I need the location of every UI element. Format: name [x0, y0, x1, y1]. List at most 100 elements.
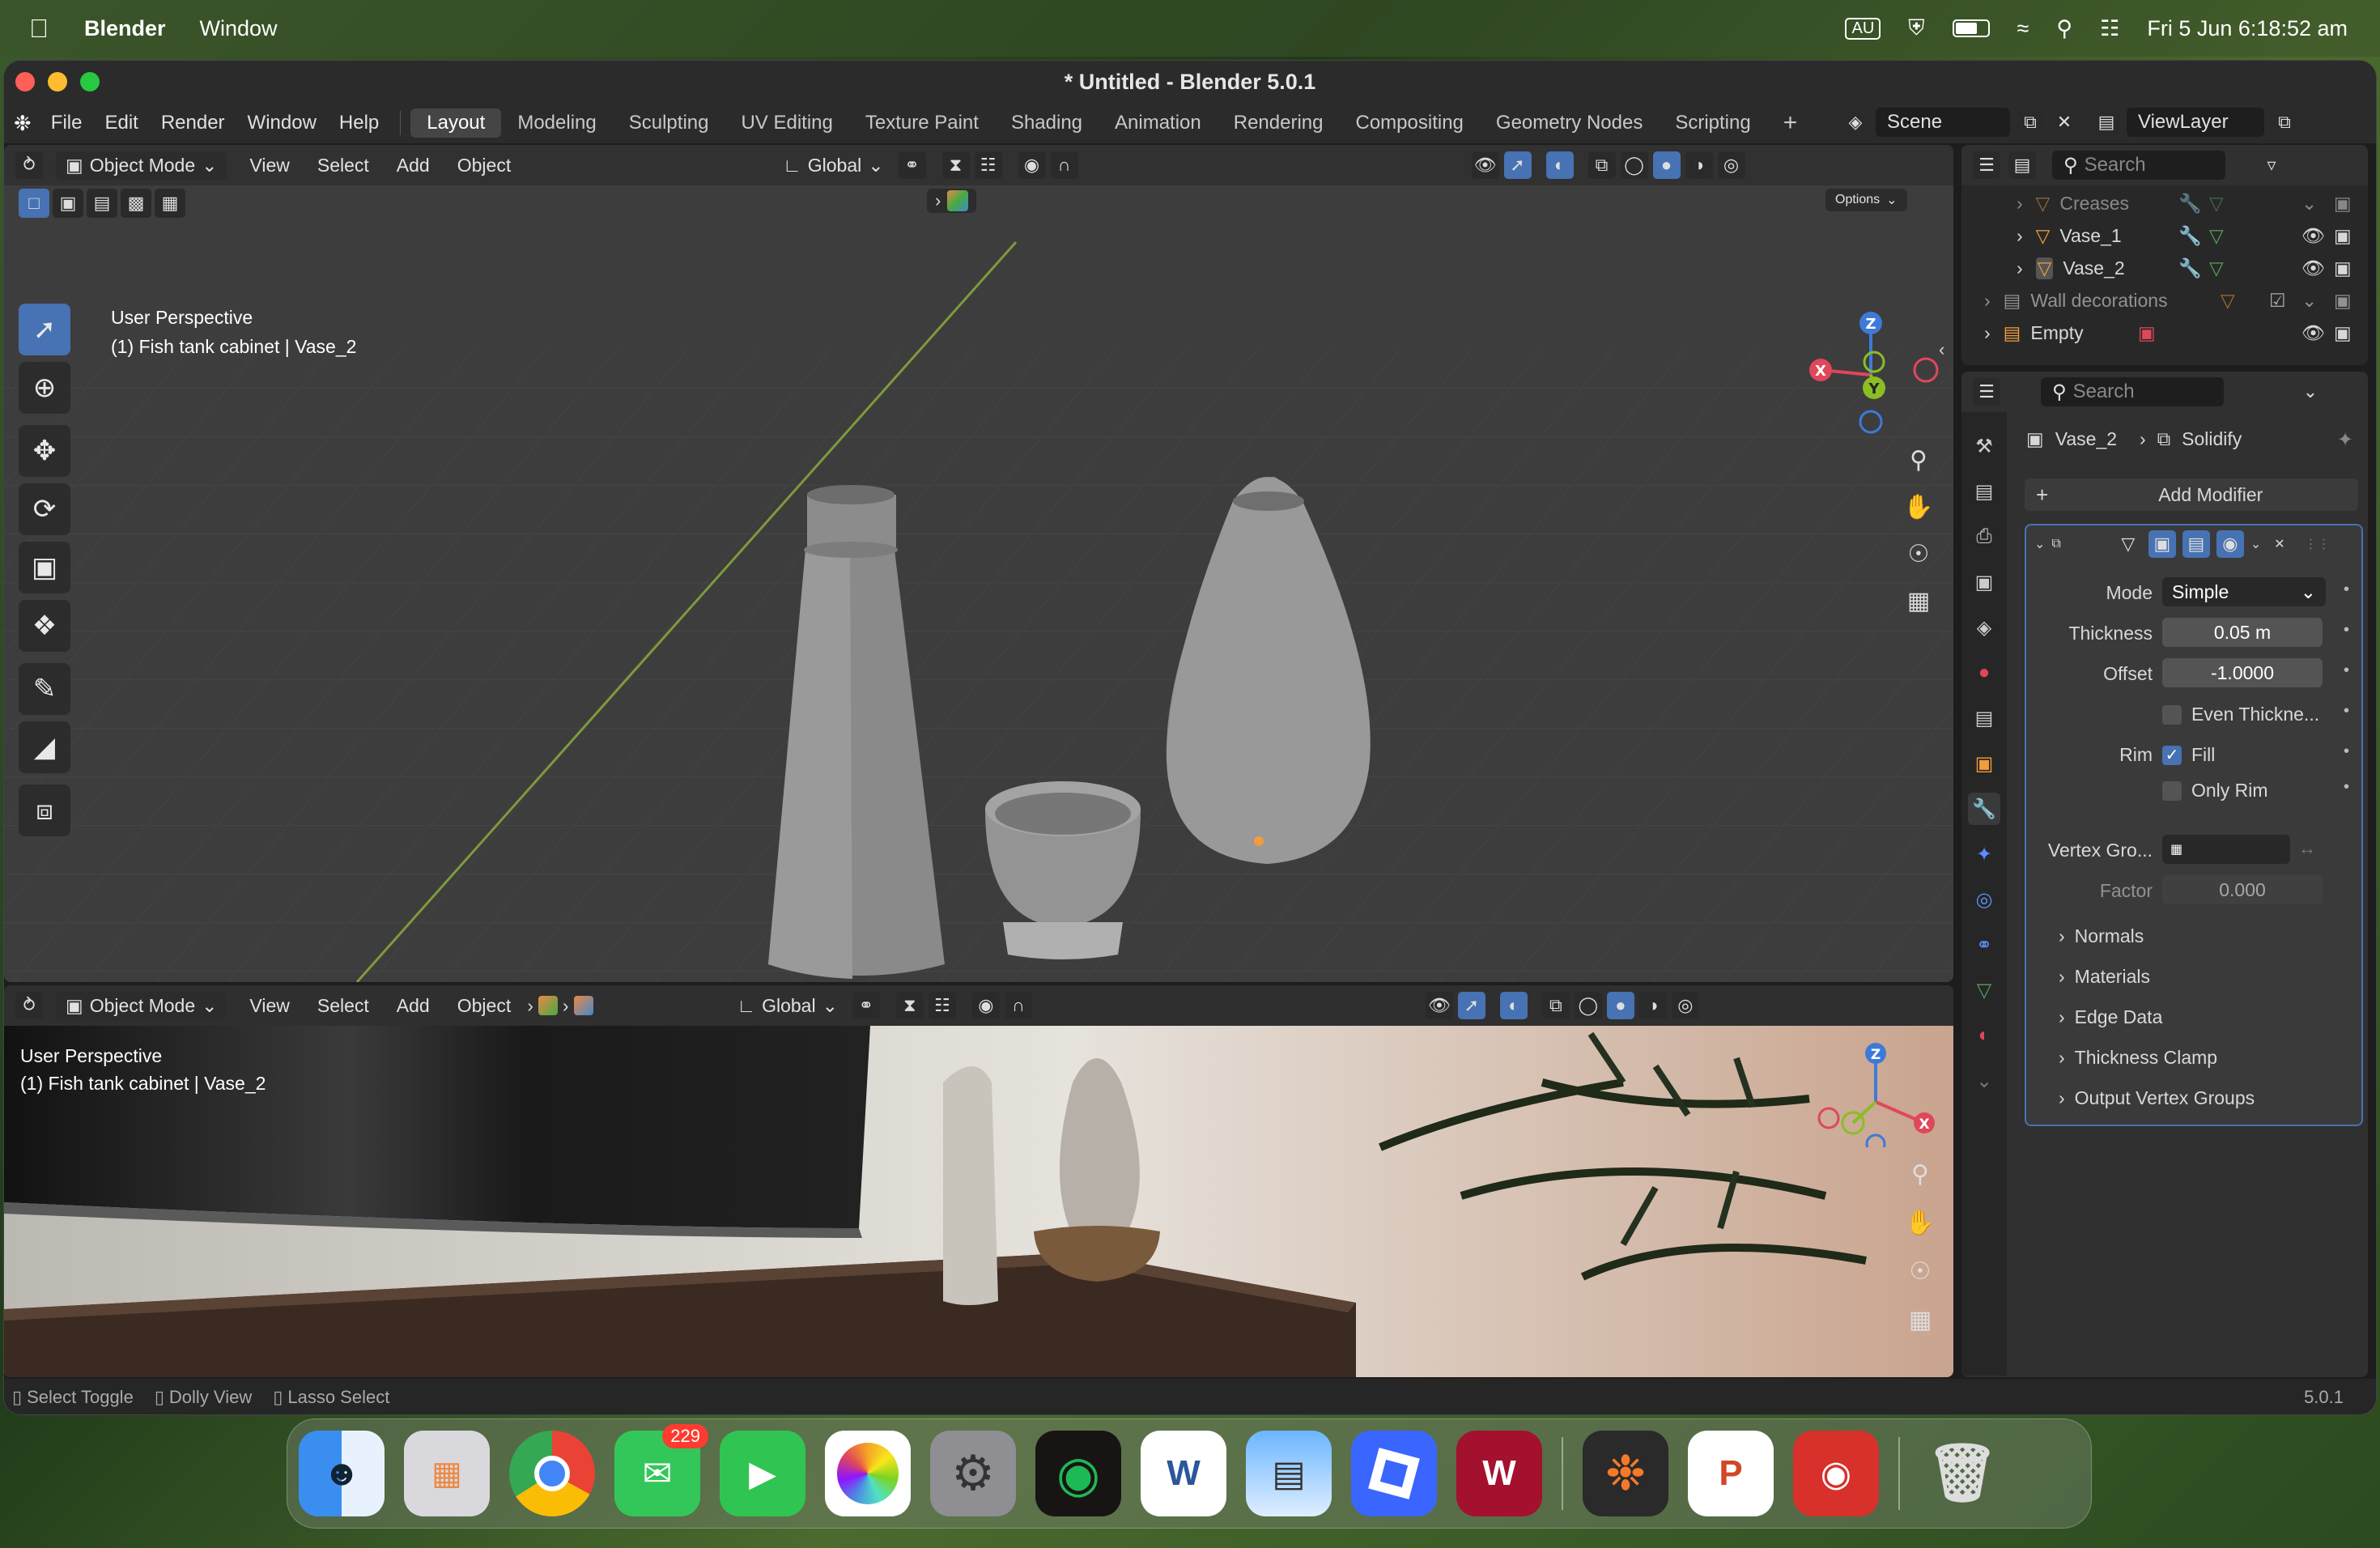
navigation-gizmo[interactable]: Z X: [1806, 1034, 1944, 1147]
proportional-edit-icon[interactable]: ◉: [1018, 151, 1046, 179]
annotate-tool[interactable]: ✎: [19, 663, 70, 715]
wireframe-shading-icon[interactable]: ◯: [1574, 992, 1602, 1019]
camera-view-icon[interactable]: ☉: [1898, 534, 1939, 574]
tab-uv-editing[interactable]: UV Editing: [725, 108, 848, 138]
solid-shading-icon[interactable]: ●: [1606, 992, 1634, 1019]
outliner-row-empty[interactable]: › ▤ Empty ▣ 👁 ▣: [1961, 317, 2368, 349]
vertex-group-field[interactable]: ▦: [2162, 835, 2290, 864]
view-layer-icon[interactable]: ▤: [2093, 108, 2120, 136]
scene-selector[interactable]: Scene: [1876, 108, 2010, 137]
options-dropdown[interactable]: Options ⌄: [1825, 189, 1907, 211]
scene-tab-icon[interactable]: ◈: [1968, 611, 2000, 644]
editor-type-icon[interactable]: ⥁: [15, 992, 43, 1019]
menu-window[interactable]: Window: [200, 16, 278, 41]
snap-icon[interactable]: ⧗: [895, 992, 924, 1019]
subpanel-normals[interactable]: › Normals: [2059, 925, 2144, 947]
invert-vertex-group-icon[interactable]: ↔: [2298, 838, 2316, 859]
chrome-icon[interactable]: [509, 1431, 595, 1516]
collapsed-shelf[interactable]: ›: [927, 189, 977, 213]
menu-add[interactable]: Add: [385, 992, 441, 1020]
gizmo-icon[interactable]: ➚: [1503, 151, 1532, 179]
modifier-menu-chevron-icon[interactable]: ⌄: [2250, 536, 2261, 552]
input-source-badge[interactable]: AU: [1845, 17, 1881, 40]
outliner-row-vase-1[interactable]: › ▽ Vase_1 🔧 ▽ 👁 ▣: [1961, 219, 2368, 252]
render-camera-icon[interactable]: ▣: [2334, 257, 2352, 279]
only-rim-checkbox[interactable]: [2162, 781, 2182, 801]
wps-icon[interactable]: W: [1456, 1431, 1542, 1516]
blender-logo-icon[interactable]: ❉: [4, 111, 40, 136]
tab-sculpting[interactable]: Sculpting: [613, 108, 725, 138]
navigation-gizmo[interactable]: Z X Y: [1798, 305, 1944, 435]
properties-search-field[interactable]: ⚲ Search: [2041, 377, 2224, 406]
overlays-icon[interactable]: ◐: [1545, 151, 1574, 179]
eye-icon[interactable]: 👁: [2301, 257, 2325, 279]
hidden-eye-icon[interactable]: ⌄: [2301, 193, 2317, 215]
tab-scripting[interactable]: Scripting: [1659, 108, 1766, 138]
tab-texture-paint[interactable]: Texture Paint: [849, 108, 995, 138]
pivot-point-icon[interactable]: ⚭: [852, 992, 880, 1019]
tab-shading[interactable]: Shading: [995, 108, 1099, 138]
select-invert-icon[interactable]: ▩: [121, 189, 151, 218]
remove-modifier-icon[interactable]: ✕: [2274, 536, 2284, 552]
cursor-tool[interactable]: ⊕: [19, 362, 70, 414]
xray-icon[interactable]: ⧉: [1587, 151, 1616, 179]
subpanel-edge-data[interactable]: › Edge Data: [2059, 1006, 2162, 1028]
tool-tab-icon[interactable]: ⚒: [1968, 430, 2000, 462]
falloff-icon[interactable]: ∩: [1050, 151, 1078, 179]
rendered-shading-icon[interactable]: ◎: [1717, 151, 1745, 179]
object-mode-dropdown[interactable]: ▣ Object Mode ⌄: [56, 991, 227, 1020]
pivot-point-icon[interactable]: ⚭: [898, 151, 926, 179]
sidebar-toggle-icon[interactable]: ‹: [1939, 339, 1944, 360]
visibility-icon[interactable]: 👁: [1425, 992, 1453, 1019]
tab-animation[interactable]: Animation: [1099, 108, 1218, 138]
subpanel-thickness-clamp[interactable]: › Thickness Clamp: [2059, 1047, 2217, 1069]
fill-checkbox[interactable]: ✓: [2162, 746, 2182, 765]
select-subtract-icon[interactable]: ▤: [87, 189, 117, 218]
object-mode-dropdown[interactable]: ▣ Object Mode ⌄: [56, 151, 227, 180]
edit-mode-toggle-icon[interactable]: ▽: [2114, 530, 2142, 558]
xray-icon[interactable]: ⧉: [1541, 992, 1570, 1019]
close-window-button[interactable]: [15, 72, 35, 91]
rendered-shading-icon[interactable]: ◎: [1671, 992, 1699, 1019]
snap-target-icon[interactable]: ☷: [974, 151, 1002, 179]
filter-icon[interactable]: ▿: [2258, 151, 2285, 179]
menu-view[interactable]: View: [238, 992, 300, 1020]
scene-icon[interactable]: ◈: [1842, 108, 1869, 136]
mesh-data-icon[interactable]: ▽: [2209, 193, 2224, 215]
viewport-top[interactable]: ⥁ ▣ Object Mode ⌄ View Select Add Object ∟…: [4, 145, 1953, 982]
add-modifier-button[interactable]: + Add Modifier: [2025, 478, 2358, 511]
particles-tab-icon[interactable]: ✦: [1968, 838, 2000, 870]
gizmo-icon[interactable]: ➚: [1457, 992, 1485, 1019]
thickness-field[interactable]: 0.05 m: [2162, 618, 2323, 647]
add-workspace-icon[interactable]: +: [1767, 106, 1814, 140]
display-mode-icon[interactable]: ▤: [2008, 151, 2036, 179]
mode-dropdown[interactable]: Simple ⌄: [2162, 577, 2326, 606]
search-icon[interactable]: ⚲: [2056, 16, 2072, 41]
modifier-wrench-icon[interactable]: 🔧: [2178, 225, 2202, 247]
material-shading-icon[interactable]: ◑: [1685, 151, 1713, 179]
proportional-edit-icon[interactable]: ◉: [971, 992, 1000, 1019]
render-toggle-icon[interactable]: ◉: [2216, 530, 2244, 558]
visibility-icon[interactable]: 👁: [1471, 151, 1499, 179]
photos-icon[interactable]: [825, 1431, 911, 1516]
view-layer-tab-icon[interactable]: ▣: [1968, 566, 2000, 598]
material-tab-icon[interactable]: ◐: [1968, 1019, 2000, 1052]
menu-view[interactable]: View: [238, 151, 300, 180]
eye-icon[interactable]: 👁: [2301, 322, 2325, 344]
render-camera-icon[interactable]: ▣: [2334, 290, 2352, 312]
tab-modeling[interactable]: Modeling: [501, 108, 612, 138]
scale-tool[interactable]: ▣: [19, 542, 70, 593]
mesh-data-icon[interactable]: ▽: [2209, 225, 2224, 247]
wireframe-shading-icon[interactable]: ◯: [1620, 151, 1648, 179]
battery-icon[interactable]: [1952, 19, 1990, 37]
new-scene-icon[interactable]: ⧉: [2017, 108, 2044, 136]
keyframe-dot[interactable]: •: [2344, 580, 2349, 599]
tab-geometry-nodes[interactable]: Geometry Nodes: [1480, 108, 1659, 138]
subpanel-materials[interactable]: › Materials: [2059, 966, 2150, 988]
preview-icon[interactable]: ▤: [1246, 1431, 1332, 1516]
outliner-row-wall-decorations[interactable]: › ▤ Wall decorations ▽ ☑ ⌄ ▣: [1961, 284, 2368, 317]
collection-tab-icon[interactable]: ▤: [1968, 702, 2000, 734]
perspective-grid-icon[interactable]: ▦: [1900, 1301, 1940, 1338]
control-center-icon[interactable]: ☷: [2100, 16, 2119, 41]
options-chevron-icon[interactable]: ⌄: [2297, 378, 2324, 406]
